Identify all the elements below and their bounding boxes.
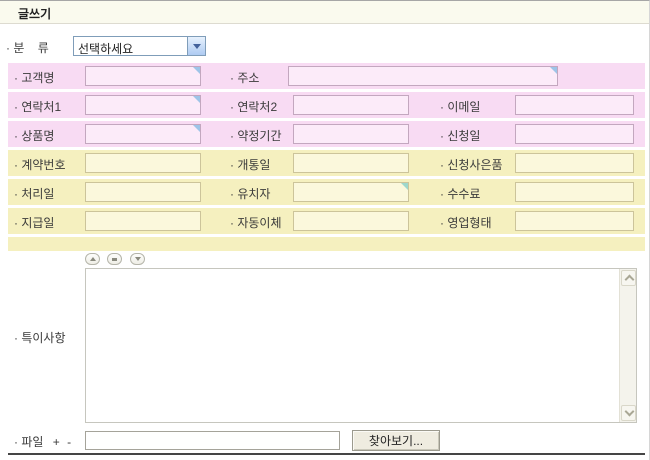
product-field <box>85 124 201 144</box>
contract-no-field <box>85 153 201 173</box>
process-date-label: · 처리일 <box>14 185 54 202</box>
biz-type-label: · 영업형태 <box>440 214 492 231</box>
gift-label: · 신청사은품 <box>440 156 503 173</box>
contact1-field <box>85 95 201 115</box>
form-bottom-divider <box>8 453 645 455</box>
term-input[interactable] <box>293 124 409 144</box>
page-title: 글쓰기 <box>18 5 51 22</box>
customer-field <box>85 66 201 86</box>
product-input[interactable] <box>85 124 201 144</box>
biz-type-field <box>515 211 634 231</box>
pay-date-label: · 지급일 <box>14 214 54 231</box>
page-header: 글쓰기 <box>0 1 649 24</box>
term-label: · 약정기간 <box>230 127 282 144</box>
apply-date-field <box>515 124 634 144</box>
write-form-page: 글쓰기 · 분 류 선택하세요 · 고객명 · 주소 · 연락처1 · 연락처2 <box>0 0 650 460</box>
biz-type-input[interactable] <box>515 211 634 231</box>
form-row-customer-address: · 고객명 · 주소 <box>8 63 645 89</box>
category-select[interactable]: 선택하세요 <box>73 36 206 56</box>
apply-date-input[interactable] <box>515 124 634 144</box>
customer-label: · 고객명 <box>14 69 54 86</box>
email-label: · 이메일 <box>440 98 480 115</box>
fee-input[interactable] <box>515 182 634 202</box>
form-row-contract: · 계약번호 · 개통일 · 신청사은품 <box>8 150 645 176</box>
form-row-process: · 처리일 · 유치자 · 수수료 <box>8 179 645 205</box>
textarea-reset-button[interactable] <box>107 253 122 265</box>
contract-no-input[interactable] <box>85 153 201 173</box>
open-date-label: · 개통일 <box>230 156 270 173</box>
triangle-down-icon <box>135 257 141 261</box>
address-input[interactable] <box>288 66 558 86</box>
form-row-contacts: · 연락처1 · 연락처2 · 이메일 <box>8 92 645 118</box>
file-path-input[interactable] <box>85 431 340 450</box>
open-date-input[interactable] <box>293 153 409 173</box>
customer-input[interactable] <box>85 66 201 86</box>
notes-textarea[interactable] <box>85 268 637 423</box>
file-label: · 파일 <box>14 435 43 449</box>
contact1-label: · 연락처1 <box>14 98 61 115</box>
notes-label: · 특이사항 <box>14 329 66 346</box>
fee-label: · 수수료 <box>440 185 480 202</box>
textarea-scrollbar[interactable] <box>619 269 636 422</box>
fee-field <box>515 182 634 202</box>
minus-icon <box>112 258 117 261</box>
select-arrow-button[interactable] <box>187 37 205 55</box>
gift-field <box>515 153 634 173</box>
auto-transfer-input[interactable] <box>293 211 409 231</box>
auto-transfer-field <box>293 211 409 231</box>
auto-transfer-label: · 자동이체 <box>230 214 282 231</box>
pay-date-field <box>85 211 201 231</box>
term-field <box>293 124 409 144</box>
recruiter-label: · 유치자 <box>230 185 270 202</box>
scroll-up-button[interactable] <box>621 270 636 286</box>
chevron-up-icon <box>625 275 635 285</box>
process-date-input[interactable] <box>85 182 201 202</box>
product-label: · 상품명 <box>14 127 54 144</box>
chevron-down-icon <box>193 44 201 49</box>
corner-fold-icon <box>401 183 408 190</box>
address-field <box>288 66 558 86</box>
file-row-label: · 파일 + - <box>14 433 71 450</box>
corner-fold-icon <box>193 67 200 74</box>
email-input[interactable] <box>515 95 634 115</box>
file-add-button[interactable]: + <box>53 435 60 449</box>
open-date-field <box>293 153 409 173</box>
chevron-down-icon <box>625 407 635 417</box>
textarea-shrink-button[interactable] <box>85 253 100 265</box>
apply-date-label: · 신청일 <box>440 127 480 144</box>
corner-fold-icon <box>193 125 200 132</box>
gift-input[interactable] <box>515 153 634 173</box>
textarea-grow-button[interactable] <box>130 253 145 265</box>
process-date-field <box>85 182 201 202</box>
triangle-up-icon <box>90 257 96 261</box>
form-row-product: · 상품명 · 약정기간 · 신청일 <box>8 121 645 147</box>
contact2-input[interactable] <box>293 95 409 115</box>
address-label: · 주소 <box>230 69 259 86</box>
corner-fold-icon <box>550 67 557 74</box>
contact2-field <box>293 95 409 115</box>
file-remove-button[interactable]: - <box>67 435 71 449</box>
scroll-down-button[interactable] <box>621 405 636 421</box>
recruiter-field <box>293 182 409 202</box>
contact1-input[interactable] <box>85 95 201 115</box>
corner-fold-icon <box>193 96 200 103</box>
form-row-payment: · 지급일 · 자동이체 · 영업형태 <box>8 208 645 234</box>
contact2-label: · 연락처2 <box>230 98 277 115</box>
textarea-resize-buttons <box>85 253 148 266</box>
category-label: · 분 류 <box>6 39 49 56</box>
browse-button[interactable]: 찾아보기... <box>352 430 440 451</box>
recruiter-input[interactable] <box>293 182 409 202</box>
category-select-value: 선택하세요 <box>78 40 133 57</box>
yellow-spacer-band <box>8 237 645 251</box>
contract-no-label: · 계약번호 <box>14 156 66 173</box>
category-row: · 분 류 선택하세요 <box>0 33 649 59</box>
email-field <box>515 95 634 115</box>
pay-date-input[interactable] <box>85 211 201 231</box>
